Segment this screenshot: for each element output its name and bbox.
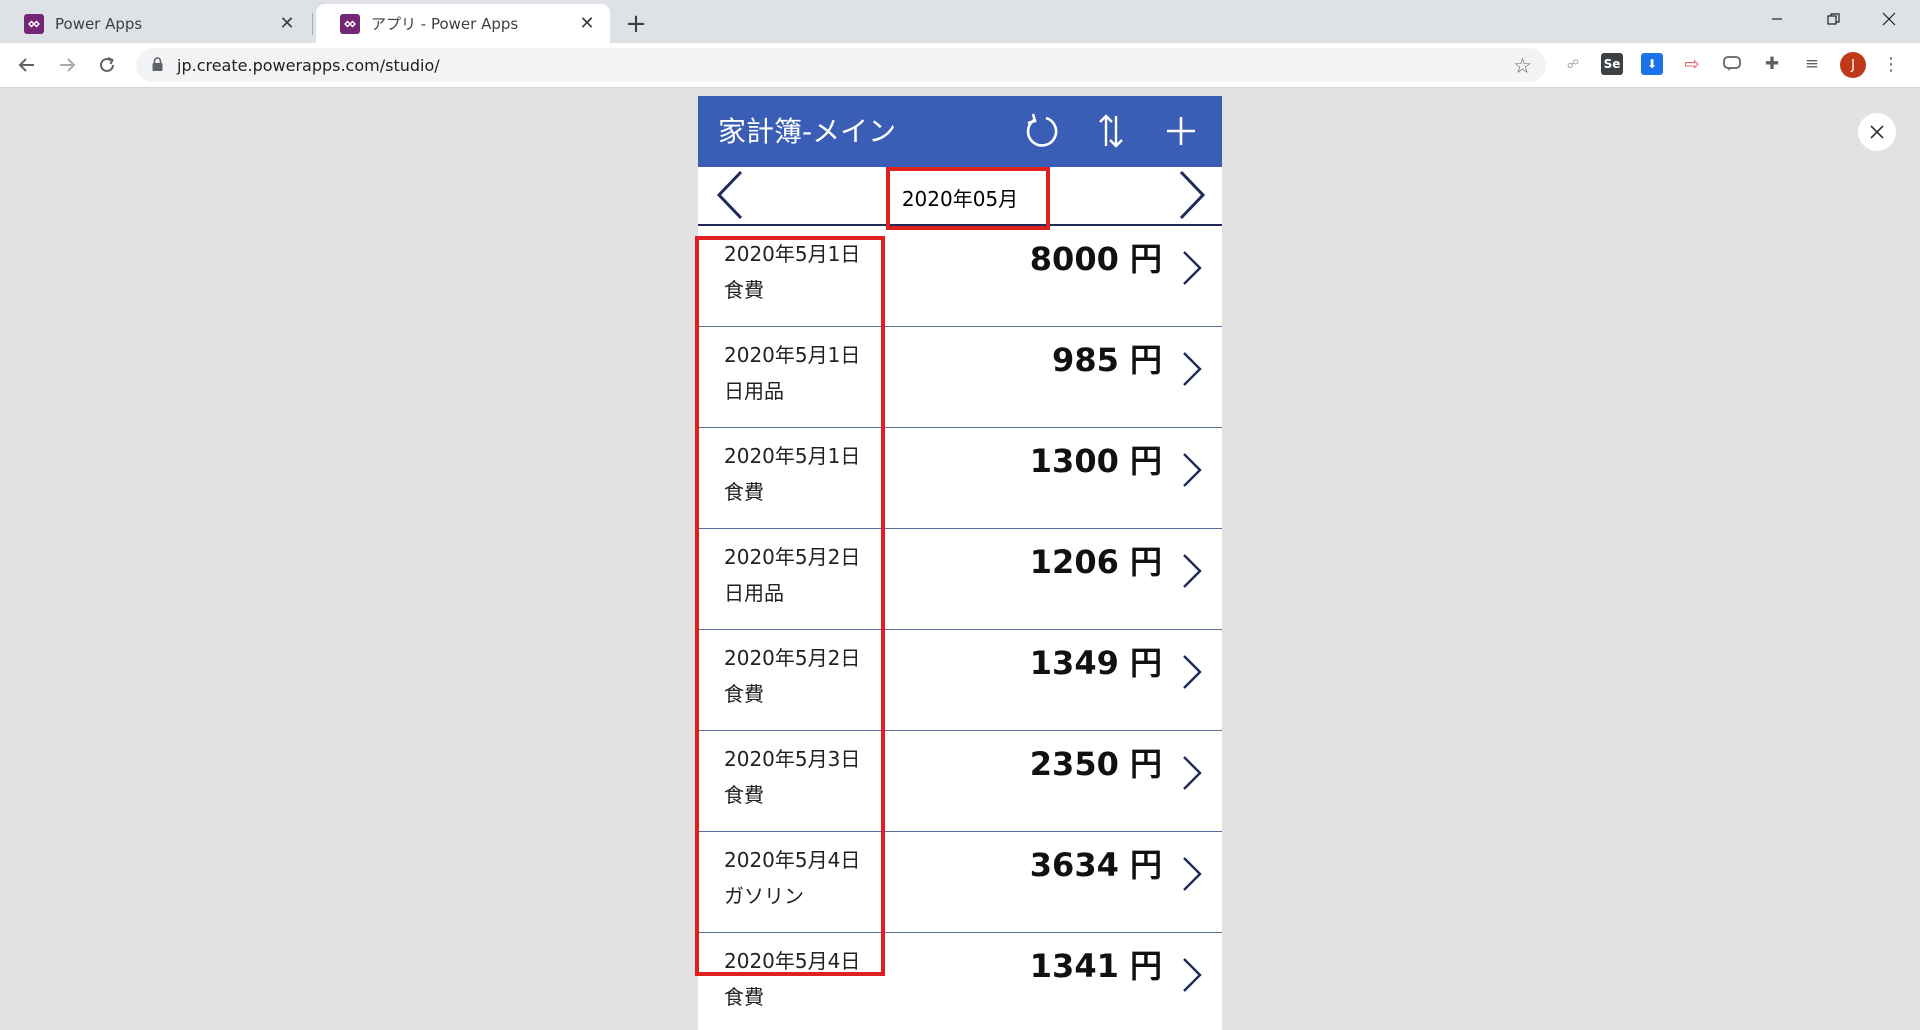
browser-tab[interactable]: Power Apps ✕ — [0, 4, 310, 43]
page-title: 家計簿-メイン — [718, 115, 897, 148]
amount-value: 1300 — [1029, 442, 1119, 480]
profile-avatar[interactable]: J — [1840, 52, 1866, 78]
list-item[interactable]: 2020年5月4日 食費 1341 円 — [698, 933, 1222, 1030]
link-extension-icon[interactable]: ☍ — [1562, 53, 1584, 75]
entry-date: 2020年5月4日 — [724, 848, 861, 872]
entry-date: 2020年5月4日 — [724, 949, 861, 973]
browser-menu-icon[interactable]: ⋮ — [1880, 53, 1902, 75]
sort-icon[interactable] — [1088, 108, 1134, 154]
entry-category: 日用品 — [724, 379, 784, 403]
close-preview-icon[interactable] — [1858, 113, 1896, 151]
chevron-right-icon[interactable] — [1178, 854, 1204, 894]
entry-amount: 8000 円 — [1030, 234, 1162, 280]
forward-icon[interactable] — [52, 50, 82, 80]
tab-title: Power Apps — [55, 14, 143, 33]
chat-extension-icon[interactable] — [1721, 53, 1743, 75]
amount-value: 8000 — [1029, 240, 1119, 278]
amount-unit: 円 — [1129, 240, 1162, 278]
amount-unit: 円 — [1129, 947, 1162, 985]
entry-category: ガソリン — [724, 884, 804, 908]
amount-value: 2350 — [1029, 745, 1119, 783]
share-extension-icon[interactable]: ⇨ — [1681, 53, 1703, 75]
browser-tab-active[interactable]: アプリ - Power Apps ✕ — [316, 4, 610, 43]
amount-unit: 円 — [1129, 846, 1162, 884]
chevron-right-icon[interactable] — [1178, 248, 1204, 288]
entry-category: 食費 — [724, 985, 764, 1009]
entry-date: 2020年5月1日 — [724, 242, 861, 266]
entry-date: 2020年5月2日 — [724, 646, 861, 670]
download-extension-icon[interactable]: ⬇ — [1641, 53, 1663, 75]
entry-amount: 1206 円 — [1030, 537, 1162, 583]
close-tab-icon[interactable]: ✕ — [276, 13, 298, 35]
tab-title: アプリ - Power Apps — [371, 15, 519, 33]
puzzle-extensions-icon[interactable]: ✚ — [1761, 53, 1783, 75]
add-entry-icon[interactable] — [1158, 108, 1204, 154]
entry-date: 2020年5月1日 — [724, 444, 861, 468]
url-text: jp.create.powerapps.com/studio/ — [177, 55, 440, 75]
next-month-icon[interactable] — [1172, 169, 1212, 221]
chevron-right-icon[interactable] — [1178, 753, 1204, 793]
entry-amount: 3634 円 — [1030, 840, 1162, 886]
list-item[interactable]: 2020年5月1日 食費 8000 円 — [698, 226, 1222, 327]
restore-window-icon[interactable] — [1805, 0, 1861, 38]
list-item[interactable]: 2020年5月3日 食費 2350 円 — [698, 731, 1222, 832]
amount-value: 1206 — [1029, 543, 1119, 581]
entry-category: 食費 — [724, 278, 764, 302]
list-item[interactable]: 2020年5月1日 日用品 985 円 — [698, 327, 1222, 428]
entry-amount: 1300 円 — [1030, 436, 1162, 482]
amount-unit: 円 — [1129, 745, 1162, 783]
browser-toolbar: jp.create.powerapps.com/studio/ ☆ ☍ Se ⬇… — [0, 43, 1920, 88]
amount-value: 3634 — [1029, 846, 1119, 884]
amount-unit: 円 — [1129, 543, 1162, 581]
amount-value: 1341 — [1029, 947, 1119, 985]
entry-date: 2020年5月1日 — [724, 343, 861, 367]
entry-gallery: 2020年5月1日 食費 8000 円 2020年5月1日 日用品 985 円 … — [698, 226, 1222, 1030]
tab-separator — [312, 13, 313, 35]
selenium-extension-icon[interactable]: Se — [1601, 53, 1623, 75]
list-item[interactable]: 2020年5月2日 食費 1349 円 — [698, 630, 1222, 731]
browser-tab-bar: Power Apps ✕ アプリ - Power Apps ✕ + — [0, 0, 1920, 43]
close-tab-icon[interactable]: ✕ — [576, 13, 598, 35]
media-queue-icon[interactable]: ≡ — [1801, 53, 1823, 75]
new-tab-icon[interactable]: + — [621, 9, 651, 39]
entry-category: 日用品 — [724, 581, 784, 605]
chevron-right-icon[interactable] — [1178, 349, 1204, 389]
app-screen: 家計簿-メイン 2020年05月 2020年5月1日 食費 8000 円 202… — [698, 96, 1222, 1030]
entry-date: 2020年5月3日 — [724, 747, 861, 771]
minimize-window-icon[interactable] — [1749, 0, 1805, 38]
entry-amount: 1349 円 — [1030, 638, 1162, 684]
amount-unit: 円 — [1129, 442, 1162, 480]
list-item[interactable]: 2020年5月4日 ガソリン 3634 円 — [698, 832, 1222, 933]
entry-category: 食費 — [724, 480, 764, 504]
power-apps-icon — [340, 13, 360, 34]
entry-amount: 1341 円 — [1030, 941, 1162, 987]
chevron-right-icon[interactable] — [1178, 652, 1204, 692]
list-item[interactable]: 2020年5月2日 日用品 1206 円 — [698, 529, 1222, 630]
power-apps-icon — [24, 13, 44, 34]
entry-amount: 985 円 — [1052, 335, 1162, 381]
address-bar[interactable]: jp.create.powerapps.com/studio/ ☆ — [136, 48, 1546, 82]
amount-unit: 円 — [1129, 341, 1162, 379]
amount-value: 1349 — [1029, 644, 1119, 682]
close-window-icon[interactable] — [1861, 0, 1917, 38]
refresh-icon[interactable] — [1018, 108, 1064, 154]
app-header: 家計簿-メイン — [698, 96, 1222, 167]
amount-value: 985 — [1052, 341, 1119, 379]
reload-icon[interactable] — [92, 50, 122, 80]
previous-month-icon[interactable] — [710, 169, 750, 221]
chevron-right-icon[interactable] — [1178, 551, 1204, 591]
chevron-right-icon[interactable] — [1178, 450, 1204, 490]
entry-category: 食費 — [724, 783, 764, 807]
chevron-right-icon[interactable] — [1178, 955, 1204, 995]
bookmark-star-icon[interactable]: ☆ — [1513, 54, 1532, 78]
entry-amount: 2350 円 — [1030, 739, 1162, 785]
entry-date: 2020年5月2日 — [724, 545, 861, 569]
month-navigator: 2020年05月 — [698, 167, 1222, 226]
amount-unit: 円 — [1129, 644, 1162, 682]
entry-category: 食費 — [724, 682, 764, 706]
lock-icon — [152, 56, 163, 75]
back-icon[interactable] — [12, 50, 42, 80]
month-label: 2020年05月 — [901, 187, 1019, 211]
list-item[interactable]: 2020年5月1日 食費 1300 円 — [698, 428, 1222, 529]
